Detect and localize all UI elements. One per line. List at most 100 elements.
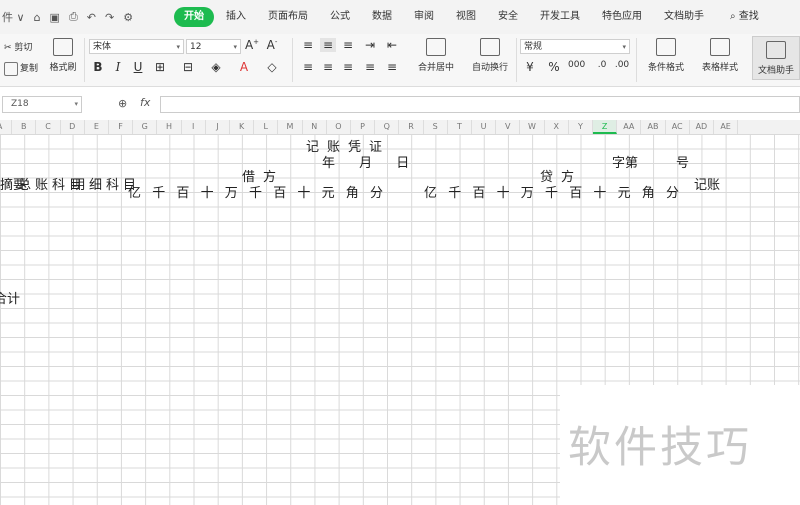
settings-icon[interactable]: ⚙ [123, 11, 133, 24]
column-header-J[interactable]: J [206, 120, 230, 134]
bold-icon[interactable]: B [90, 60, 106, 74]
conditional-format-button[interactable]: 条件格式 [640, 38, 692, 73]
justify-icon[interactable]: ≡ [362, 60, 378, 74]
align-right-icon[interactable]: ≡ [340, 60, 356, 74]
credit-unit-10: 分 [666, 186, 680, 201]
align-left-icon[interactable]: ≡ [300, 60, 316, 74]
column-header-M[interactable]: M [278, 120, 303, 134]
column-header-Z[interactable]: Z [593, 120, 618, 134]
column-header-U[interactable]: U [472, 120, 497, 134]
column-header-X[interactable]: X [545, 120, 569, 134]
column-header-Q[interactable]: Q [375, 120, 400, 134]
save-icon[interactable]: ▣ [50, 11, 60, 24]
merge-center-button[interactable]: 合并居中 [410, 38, 462, 73]
italic-icon[interactable]: I [110, 60, 126, 74]
column-header-C[interactable]: C [36, 120, 61, 134]
search-button[interactable]: ⌕ 查找 [720, 7, 769, 27]
redo-icon[interactable]: ↷ [105, 11, 114, 24]
tab-4[interactable]: 数据 [362, 7, 402, 27]
table-style-icon [710, 38, 730, 56]
increase-decimal-icon[interactable]: .0 [594, 60, 610, 70]
column-header-AD[interactable]: AD [690, 120, 714, 134]
tab-8[interactable]: 开发工具 [530, 7, 590, 27]
column-header-V[interactable]: V [496, 120, 521, 134]
format-painter-button[interactable]: 格式刷 [46, 38, 80, 73]
column-header-W[interactable]: W [520, 120, 545, 134]
column-header-T[interactable]: T [448, 120, 472, 134]
column-header-AA[interactable]: AA [617, 120, 642, 134]
outdent-icon[interactable]: ⇤ [384, 38, 400, 52]
zoom-icon[interactable]: ⊕ [118, 97, 127, 110]
wrap-text-button[interactable]: 自动换行 [464, 38, 516, 73]
align-bottom-icon[interactable]: ≡ [340, 38, 356, 52]
undo-icon[interactable]: ↶ [87, 11, 96, 24]
fill-color-icon[interactable]: ◈ [208, 60, 224, 74]
align-middle-icon[interactable]: ≡ [320, 38, 336, 52]
border-icon[interactable]: ⊞ [152, 60, 168, 74]
tab-5[interactable]: 审阅 [404, 7, 444, 27]
currency-icon[interactable]: ¥ [522, 60, 538, 74]
column-header-row: ABCDEFGHIJKLMNOPQRSTUVWXYZAAABACADAE [0, 120, 800, 135]
column-header-H[interactable]: H [157, 120, 182, 134]
chevron-down-icon: ▾ [233, 43, 237, 51]
column-header-D[interactable]: D [61, 120, 85, 134]
print-icon[interactable]: ⎙ [69, 10, 78, 24]
name-box[interactable]: Z18 ▾ [2, 96, 82, 113]
distributed-icon[interactable]: ≡ [384, 60, 400, 74]
align-center-icon[interactable]: ≡ [320, 60, 336, 74]
formula-bar: Z18 ▾ ⊕ fx [0, 94, 800, 116]
tab-0[interactable]: 开始 [174, 7, 214, 27]
home-icon[interactable]: ⌂ [34, 11, 41, 24]
tab-6[interactable]: 视图 [446, 7, 486, 27]
formula-input[interactable] [160, 96, 800, 113]
divider [636, 38, 637, 82]
column-header-I[interactable]: I [182, 120, 206, 134]
font-size-select[interactable]: 12 ▾ [186, 39, 241, 54]
decrease-decimal-icon[interactable]: .00 [614, 60, 630, 70]
column-header-AE[interactable]: AE [714, 120, 739, 134]
function-icon[interactable]: fx [140, 96, 150, 109]
align-top-icon[interactable]: ≡ [300, 38, 316, 52]
cut-button[interactable]: ✂ 剪切 [4, 40, 32, 53]
column-header-AB[interactable]: AB [641, 120, 666, 134]
indent-icon[interactable]: ⇥ [362, 38, 378, 52]
cell-border-icon[interactable]: ⊟ [180, 60, 196, 74]
percent-icon[interactable]: % [546, 60, 562, 74]
column-header-R[interactable]: R [399, 120, 424, 134]
tab-10[interactable]: 文档助手 [654, 7, 714, 27]
column-header-O[interactable]: O [327, 120, 351, 134]
tab-9[interactable]: 特色应用 [592, 7, 652, 27]
font-color-icon[interactable]: A [236, 60, 252, 74]
column-header-G[interactable]: G [133, 120, 158, 134]
column-header-L[interactable]: L [254, 120, 279, 134]
copy-button[interactable]: 复制 [4, 61, 38, 76]
document-icon [766, 41, 786, 59]
font-name-select[interactable]: 宋体 ▾ [89, 39, 184, 54]
number-format-select[interactable]: 常规 ▾ [520, 39, 630, 54]
thousands-icon[interactable]: 000 [568, 60, 585, 70]
column-header-AC[interactable]: AC [666, 120, 690, 134]
tab-7[interactable]: 安全 [488, 7, 528, 27]
column-header-S[interactable]: S [424, 120, 448, 134]
divider [292, 38, 293, 82]
column-header-Y[interactable]: Y [569, 120, 593, 134]
doc-assistant-button[interactable]: 文档助手 [752, 36, 800, 80]
tab-2[interactable]: 页面布局 [258, 7, 318, 27]
column-header-P[interactable]: P [351, 120, 376, 134]
tab-1[interactable]: 插入 [216, 7, 256, 27]
column-header-N[interactable]: N [303, 120, 327, 134]
column-header-B[interactable]: B [12, 120, 37, 134]
column-header-E[interactable]: E [85, 120, 109, 134]
underline-icon[interactable]: U [130, 60, 146, 74]
decrease-font-icon[interactable]: A- [264, 38, 280, 52]
column-header-F[interactable]: F [109, 120, 134, 134]
menu-bar: 件 ∨ ⌂ ▣ ⎙ ↶ ↷ ⚙ 开始 插入 页面布局 公式 数据 审阅 视图 安全 开发工具 特色… [0, 0, 800, 34]
clear-format-icon[interactable]: ◇ [264, 60, 280, 74]
column-header-K[interactable]: K [230, 120, 255, 134]
debit-unit-6: 百 [273, 186, 287, 201]
increase-font-icon[interactable]: A+ [244, 38, 260, 52]
column-header-A[interactable]: A [0, 120, 13, 134]
table-style-button[interactable]: 表格样式 [694, 38, 746, 73]
file-menu[interactable]: 件 ∨ [2, 9, 25, 25]
tab-3[interactable]: 公式 [320, 7, 360, 27]
